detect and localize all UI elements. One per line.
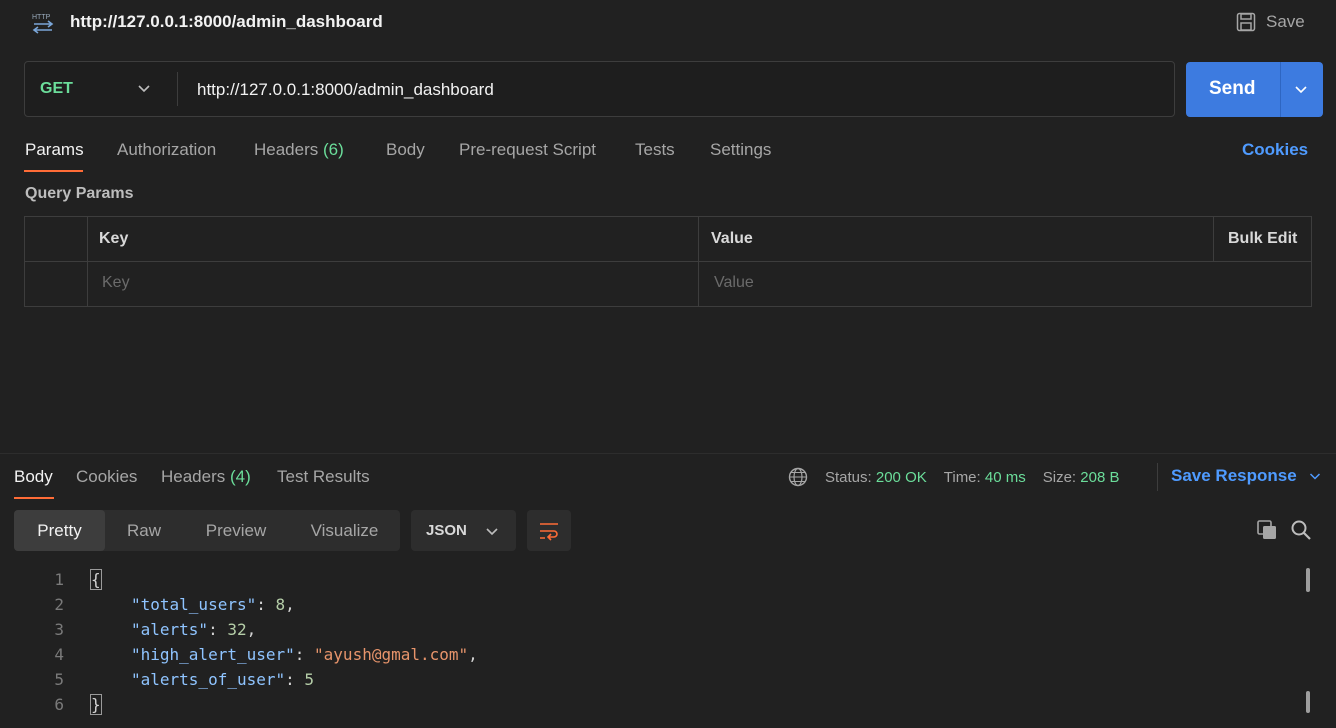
- request-tabs: Params Authorization Headers (6) Body Pr…: [0, 138, 1336, 172]
- line-number: 1: [54, 570, 64, 589]
- json-key: "alerts_of_user": [131, 670, 286, 689]
- tab-tests[interactable]: Tests: [635, 140, 675, 160]
- time-label: Time:: [943, 468, 981, 486]
- size-value[interactable]: 208 B: [1080, 469, 1119, 486]
- tab-title: http://127.0.0.1:8000/admin_dashboard: [70, 12, 383, 31]
- response-meta: Status: 200 OK Time: 40 ms Size: 208 B: [788, 466, 1119, 488]
- chevron-down-icon: [138, 85, 150, 93]
- tab-authorization[interactable]: Authorization: [117, 140, 216, 160]
- http-request-icon: HTTP: [32, 14, 54, 34]
- json-key: "total_users": [131, 595, 257, 614]
- query-params-title: Query Params: [25, 185, 134, 202]
- tab-test-results[interactable]: Test Results: [277, 467, 370, 487]
- json-trail: ,: [246, 620, 257, 639]
- scrollbar-thumb[interactable]: [1306, 691, 1310, 713]
- send-label: Send: [1209, 78, 1256, 99]
- tab-pre-request-script[interactable]: Pre-request Script: [459, 140, 596, 160]
- globe-icon[interactable]: [788, 467, 808, 487]
- headers-count: (6): [323, 140, 344, 159]
- chevron-down-icon: [1309, 473, 1320, 480]
- tab-label: Headers: [161, 467, 226, 486]
- divider: [1157, 463, 1158, 491]
- send-button[interactable]: Send: [1186, 62, 1323, 117]
- search-icon[interactable]: [1290, 519, 1312, 541]
- scrollbar-thumb[interactable]: [1306, 568, 1310, 592]
- method-select[interactable]: GET: [25, 62, 177, 116]
- chevron-down-icon[interactable]: [1294, 82, 1308, 96]
- json-value: 32: [227, 620, 247, 639]
- view-mode-tabs: Pretty Raw Preview Visualize: [14, 510, 400, 551]
- size-label: Size:: [1042, 468, 1077, 486]
- view-visualize[interactable]: Visualize: [289, 510, 400, 551]
- chevron-down-icon: [486, 528, 498, 536]
- json-trail: ,: [285, 595, 295, 614]
- divider: [25, 261, 1311, 262]
- request-bar: GET: [24, 61, 1175, 117]
- value-column-header: Value: [711, 230, 753, 247]
- tab-body[interactable]: Body: [386, 140, 425, 160]
- response-tabs: Body Cookies Headers (4) Test Results: [0, 465, 1336, 501]
- key-column-header: Key: [99, 230, 129, 247]
- time-value[interactable]: 40 ms: [985, 469, 1026, 486]
- tab-params[interactable]: Params: [25, 140, 84, 160]
- wrap-lines-icon: [540, 523, 558, 541]
- status-value[interactable]: 200 OK: [876, 469, 927, 486]
- json-value: 8: [275, 595, 286, 614]
- url-input[interactable]: [195, 79, 1149, 101]
- line-number: 5: [54, 670, 64, 689]
- headers-count: (4): [230, 467, 251, 486]
- line-number: 6: [54, 695, 64, 714]
- pane-divider[interactable]: [0, 453, 1336, 454]
- code-line: "total_users": 8,: [131, 595, 295, 614]
- request-tab-header: HTTP http://127.0.0.1:8000/admin_dashboa…: [0, 0, 1336, 44]
- close-brace: }: [90, 694, 102, 715]
- json-value: 5: [304, 670, 315, 689]
- active-tab-indicator: [14, 497, 54, 499]
- params-table: Key Value Bulk Edit: [24, 216, 1312, 307]
- tab-headers[interactable]: Headers (6): [254, 140, 344, 160]
- svg-text:HTTP: HTTP: [32, 14, 51, 21]
- code-line: "alerts": 32,: [131, 620, 257, 639]
- param-key-input[interactable]: [100, 273, 684, 293]
- line-number: 4: [54, 645, 64, 664]
- active-tab-indicator: [24, 170, 83, 172]
- view-raw[interactable]: Raw: [105, 510, 183, 551]
- cookies-link[interactable]: Cookies: [1242, 140, 1308, 160]
- bulk-edit-button[interactable]: Bulk Edit: [1228, 230, 1297, 248]
- open-brace: {: [90, 569, 102, 590]
- code-line: {: [90, 569, 102, 595]
- param-value-input[interactable]: [712, 273, 1296, 293]
- format-label: JSON: [426, 522, 467, 539]
- json-trail: ,: [468, 645, 478, 664]
- view-pretty[interactable]: Pretty: [14, 510, 105, 551]
- json-key: "alerts": [131, 620, 209, 639]
- json-key: "high_alert_user": [131, 645, 295, 664]
- method-label: GET: [40, 80, 73, 97]
- tab-response-cookies[interactable]: Cookies: [76, 467, 137, 487]
- tab-response-headers[interactable]: Headers (4): [161, 467, 251, 487]
- save-response-button[interactable]: Save Response: [1171, 466, 1321, 486]
- tab-response-body[interactable]: Body: [14, 467, 53, 487]
- code-line: "alerts_of_user": 5: [131, 670, 315, 689]
- save-icon: [1236, 12, 1256, 32]
- divider: [177, 72, 178, 106]
- line-number: 2: [54, 595, 64, 614]
- code-line: "high_alert_user": "ayush@gmal.com",: [131, 645, 478, 664]
- save-button[interactable]: Save: [1236, 10, 1305, 34]
- line-number: 3: [54, 620, 64, 639]
- divider: [1213, 217, 1214, 261]
- wrap-lines-button[interactable]: [527, 510, 571, 551]
- copy-icon[interactable]: [1256, 519, 1278, 541]
- view-preview[interactable]: Preview: [183, 510, 289, 551]
- json-value: "ayush@gmal.com": [314, 645, 469, 664]
- format-select[interactable]: JSON: [411, 510, 516, 551]
- save-response-label: Save Response: [1171, 466, 1297, 485]
- save-label: Save: [1266, 12, 1305, 31]
- tab-settings[interactable]: Settings: [710, 140, 771, 160]
- divider: [1280, 62, 1281, 117]
- status-label: Status:: [825, 468, 872, 486]
- tab-label: Headers: [254, 140, 319, 159]
- code-line: }: [90, 694, 102, 720]
